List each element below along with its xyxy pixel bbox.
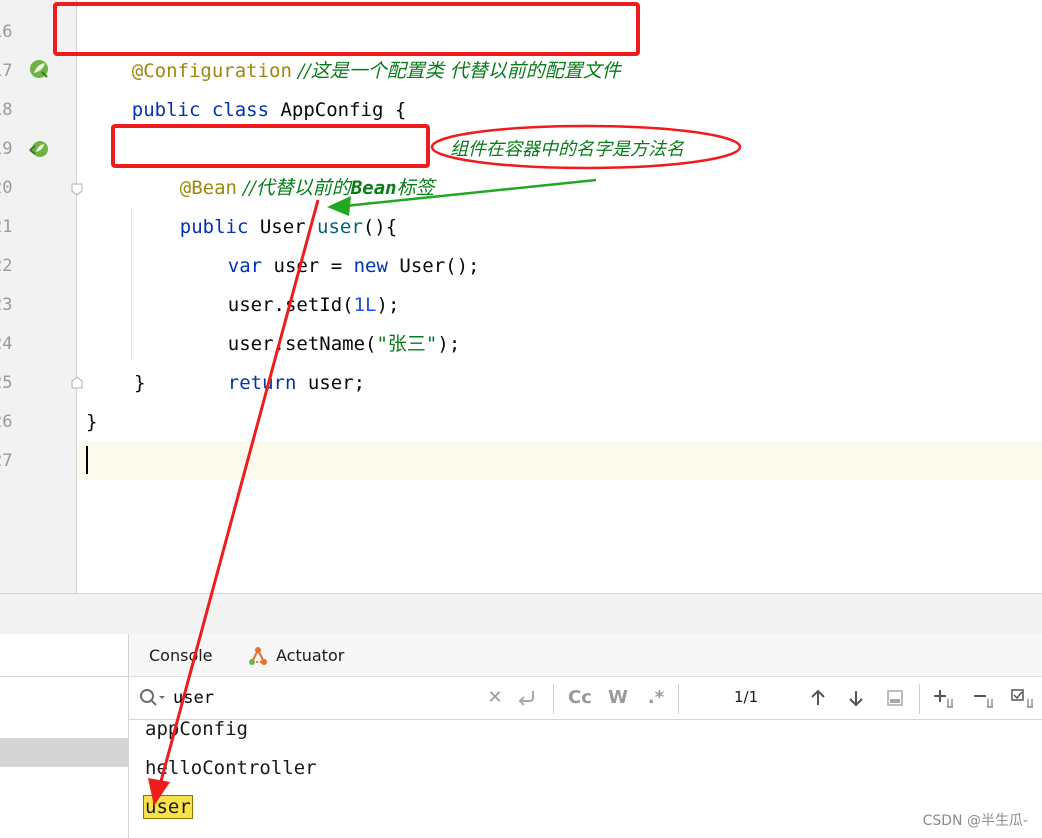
current-line-highlight — [77, 441, 1042, 480]
keyword: return — [227, 372, 297, 394]
line-number: 24 — [0, 334, 13, 354]
keyword: public — [131, 99, 201, 121]
left-panel-divider — [0, 676, 128, 677]
filter-options-icon[interactable] — [1009, 687, 1037, 709]
code-line-26[interactable]: } — [86, 403, 97, 442]
fold-start-icon[interactable] — [70, 182, 84, 196]
code-line-16[interactable]: @Configuration //这是一个配置类 代替以前的配置文件 — [86, 13, 621, 82]
tab-console[interactable]: Console — [149, 634, 213, 676]
regex-toggle[interactable]: .* — [645, 687, 667, 709]
line-number: 16 — [0, 22, 13, 42]
line-number: 20 — [0, 178, 13, 198]
console-search-bar: ✕ Cc W .* 1/1 — [129, 677, 1042, 720]
match-case-toggle[interactable]: Cc — [566, 687, 594, 709]
left-panel-selected-row[interactable] — [0, 738, 128, 767]
code-line-21[interactable]: var user = new User(); — [182, 208, 480, 277]
indent-guide — [131, 208, 132, 360]
text-caret — [86, 446, 88, 474]
code-line-17[interactable]: public class AppConfig { — [86, 52, 407, 121]
tab-actuator-label: Actuator — [276, 646, 345, 665]
code-text: user; — [296, 372, 366, 394]
code-text: User(); — [387, 255, 480, 277]
search-highlight: user — [143, 795, 193, 819]
string-literal: "张三" — [376, 333, 438, 355]
code-line-24[interactable]: return user; — [182, 325, 365, 394]
line-number: 23 — [0, 295, 13, 315]
code-line-22[interactable]: user.setId(1L); — [182, 247, 400, 316]
previous-occurrence-icon[interactable] — [807, 687, 829, 709]
output-line: user — [143, 792, 193, 822]
watermark: CSDN @半生瓜- — [922, 813, 1028, 829]
code-comment: 标签 — [396, 177, 435, 199]
toolbar-separator — [678, 684, 679, 714]
spring-bean-icon[interactable] — [28, 58, 50, 80]
tool-window-tabs: Console Actuator — [129, 634, 1042, 677]
spring-bean-navigate-icon[interactable] — [28, 138, 50, 160]
ide-window: 16 17 18 19 20 21 22 23 24 25 26 27 @Con… — [0, 0, 1042, 838]
code-line-19[interactable]: @Bean //代替以前的Bean标签 — [134, 130, 435, 199]
whole-words-toggle[interactable]: W — [607, 687, 629, 709]
code-text: ); — [437, 333, 461, 355]
fold-end-icon[interactable] — [70, 376, 84, 390]
gutter-divider — [76, 0, 77, 593]
new-line-icon[interactable] — [516, 687, 538, 709]
toolbar-separator — [919, 684, 920, 714]
class-declaration: AppConfig { — [269, 99, 407, 121]
search-input[interactable] — [173, 685, 473, 711]
next-occurrence-icon[interactable] — [845, 687, 867, 709]
red-ellipse-callout — [430, 124, 742, 170]
line-number: 18 — [0, 100, 13, 120]
output-line: appConfig — [145, 720, 248, 740]
line-number: 25 — [0, 373, 13, 393]
line-number: 26 — [0, 412, 13, 432]
code-line-25[interactable]: } — [134, 364, 145, 403]
keyword: class — [200, 99, 270, 121]
tool-window-left-panel — [0, 634, 129, 838]
console-output[interactable]: appConfig helloController user CSDN @半生瓜… — [129, 720, 1042, 838]
remove-filter-icon[interactable] — [971, 687, 997, 709]
line-number: 17 — [0, 61, 13, 81]
actuator-icon — [249, 647, 267, 665]
code-line-23[interactable]: user.setName("张三"); — [182, 286, 461, 355]
select-all-occurrences-icon[interactable] — [884, 687, 906, 709]
search-icon[interactable] — [139, 688, 165, 708]
toolbar-separator — [553, 684, 554, 714]
tool-window-splitter[interactable] — [0, 593, 1042, 634]
code-line-20[interactable]: public User user(){ — [134, 169, 397, 238]
line-number: 27 — [0, 451, 13, 471]
line-number: 22 — [0, 256, 13, 276]
add-filter-icon[interactable] — [931, 687, 957, 709]
search-match-count: 1/1 — [734, 688, 759, 706]
clear-search-icon[interactable]: ✕ — [484, 687, 506, 709]
line-number: 21 — [0, 217, 13, 237]
output-line: helloController — [145, 757, 317, 779]
callout-text: 组件在容器中的名字是方法名 — [450, 139, 685, 160]
line-number: 19 — [0, 139, 13, 159]
